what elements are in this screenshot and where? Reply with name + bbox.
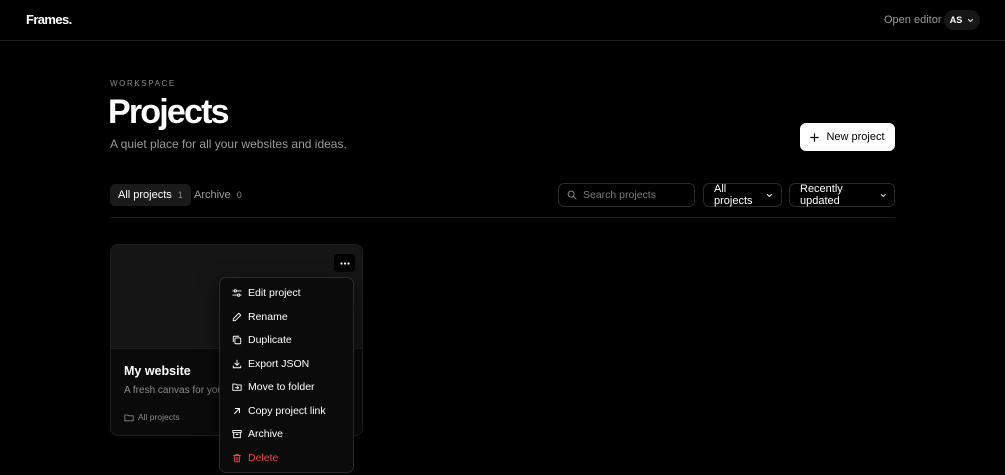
- page-subtitle: A quiet place for all your websites and …: [110, 137, 347, 151]
- divider: [110, 217, 895, 218]
- menu-item-label: Rename: [248, 310, 288, 323]
- sort-select-value: Recently updated: [800, 183, 843, 207]
- open-editor-link[interactable]: Open editor: [884, 14, 941, 26]
- project-folder: All projects: [124, 412, 180, 422]
- trash-icon: [233, 453, 241, 462]
- project-description: A fresh canvas for your: [124, 385, 227, 396]
- search-box[interactable]: [558, 183, 695, 207]
- project-folder-label: All projects: [138, 412, 180, 422]
- new-project-button[interactable]: New project: [800, 123, 895, 151]
- search-input[interactable]: [583, 189, 686, 201]
- section-eyebrow: WORKSPACE: [110, 79, 176, 88]
- copy-icon: [232, 335, 242, 345]
- pencil-icon: [232, 312, 242, 321]
- tab-label: Archive: [194, 189, 231, 201]
- menu-item-label: Edit project: [248, 287, 301, 299]
- tab-all-projects[interactable]: All projects 1: [110, 184, 191, 206]
- menu-item-move-to-folder[interactable]: Move to folder: [224, 376, 349, 398]
- brand-logo[interactable]: Frames.: [26, 12, 72, 27]
- menu-item-export-json[interactable]: Export JSON: [224, 353, 349, 375]
- tab-count: 0: [236, 190, 242, 200]
- folder-move-icon: [232, 383, 242, 391]
- page-title: Projects: [108, 93, 230, 131]
- scope-select[interactable]: All projects: [703, 183, 782, 207]
- search-icon: [567, 190, 577, 200]
- menu-item-label: Delete: [248, 451, 279, 464]
- tab-label: All projects: [118, 189, 172, 201]
- project-title: My website: [124, 364, 191, 378]
- project-context-menu: Edit project Rename Duplicate Export JSO…: [219, 277, 354, 473]
- archive-icon: [232, 430, 242, 439]
- folder-icon: [124, 414, 134, 421]
- menu-item-copy-project-link[interactable]: Copy project link: [224, 400, 349, 422]
- more-horizontal-icon: [339, 261, 350, 265]
- menu-item-label: Duplicate: [248, 334, 292, 346]
- menu-item-label: Copy project link: [248, 404, 326, 417]
- account-menu-button[interactable]: AS: [944, 10, 980, 30]
- plus-icon: [810, 132, 820, 142]
- more-options-button[interactable]: [334, 254, 355, 272]
- download-icon: [232, 359, 242, 368]
- menu-item-label: Export JSON: [248, 357, 310, 370]
- scope-select-value: All projects: [714, 183, 753, 207]
- chevron-down-icon: [767, 193, 773, 197]
- avatar: AS: [949, 15, 963, 25]
- top-bar: Frames. Open editor AS: [0, 0, 1005, 41]
- new-project-label: New project: [826, 131, 885, 143]
- tab-archive[interactable]: Archive 0: [186, 184, 250, 206]
- menu-item-edit-project[interactable]: Edit project: [224, 282, 349, 304]
- sliders-icon: [232, 289, 242, 297]
- tab-count: 1: [177, 190, 183, 200]
- menu-item-rename[interactable]: Rename: [224, 306, 349, 328]
- arrow-up-right-icon: [234, 407, 240, 414]
- chevron-down-icon: [968, 18, 974, 22]
- chevron-down-icon: [880, 193, 886, 197]
- menu-item-label: Move to folder: [248, 381, 315, 393]
- sort-select[interactable]: Recently updated: [789, 183, 895, 207]
- menu-item-duplicate[interactable]: Duplicate: [224, 329, 349, 351]
- menu-item-archive[interactable]: Archive: [224, 423, 349, 445]
- menu-item-delete[interactable]: Delete: [224, 447, 349, 469]
- menu-item-label: Archive: [248, 428, 284, 440]
